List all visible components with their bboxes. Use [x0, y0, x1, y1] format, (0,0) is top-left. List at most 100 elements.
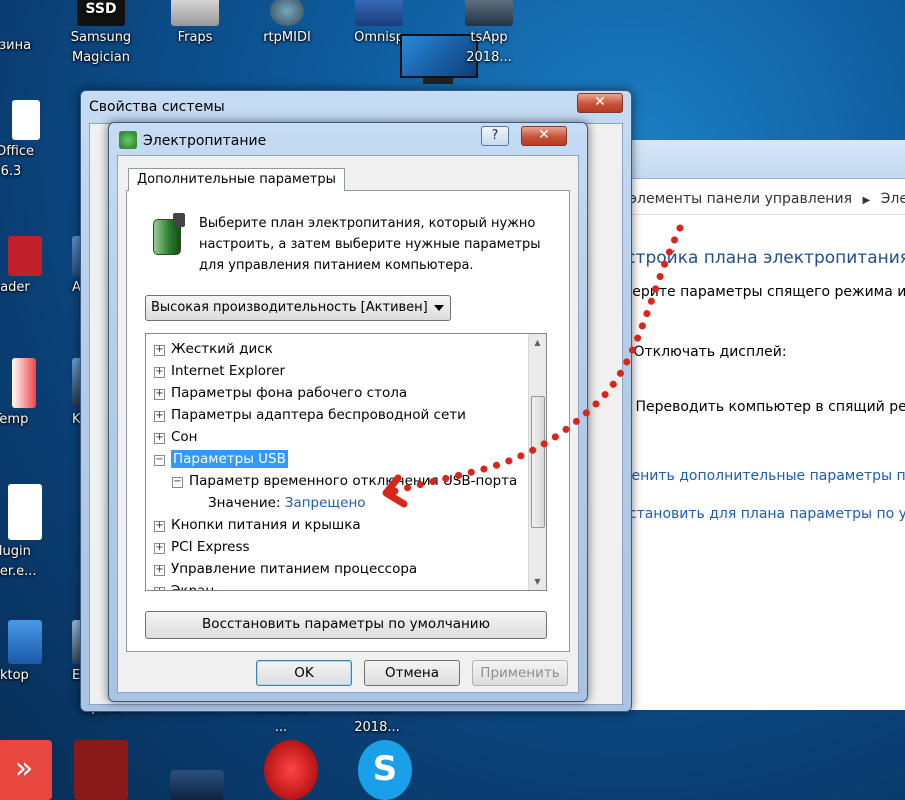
- desktop-icon-libreoffice[interactable]: eOffice 6.3: [0, 100, 52, 182]
- settings-tree[interactable]: + Жесткий диск + Internet Explorer + Параме…: [145, 333, 547, 591]
- system-properties-title: Свойства системы: [89, 99, 225, 115]
- desktop-icon-label: tsApp: [470, 30, 508, 45]
- tree-item-label: Жесткий диск: [171, 341, 273, 357]
- ccleaner-icon[interactable]: [264, 740, 318, 800]
- whatsapp-icon: [465, 0, 513, 26]
- breadcrumb-item-next[interactable]: Электр: [881, 191, 905, 207]
- desktop-icon-label: Plugin: [0, 544, 31, 559]
- power-options-dialog: Электропитание ? ✕ Дополнительные параме…: [108, 122, 588, 702]
- arrows-app-icon[interactable]: »: [0, 740, 52, 800]
- desktop-shortcut-icon: [8, 620, 42, 664]
- expand-icon[interactable]: +: [154, 345, 165, 356]
- close-icon: ✕: [538, 127, 550, 143]
- desktop-icon-label-2: 6.3: [0, 164, 22, 179]
- tree-item-value[interactable]: Значение: Запрещено: [208, 492, 366, 514]
- skype-icon[interactable]: S: [358, 740, 412, 800]
- tree-item-pci-express[interactable]: + PCI Express: [154, 536, 250, 558]
- desktop-icon-label: eader: [0, 280, 30, 295]
- expand-icon[interactable]: +: [154, 367, 165, 378]
- desktop-icon-recycle-bin[interactable]: рзина: [0, 0, 52, 56]
- restore-defaults-button[interactable]: Восстановить параметры по умолчанию: [145, 611, 547, 639]
- apply-button[interactable]: Применить: [472, 660, 568, 686]
- desktop-icon-fraps[interactable]: Fraps: [154, 0, 236, 48]
- dialog-title: Электропитание: [143, 133, 267, 149]
- power-plan-select[interactable]: Высокая производительность [Активен]: [145, 295, 451, 321]
- tree-item-label: PCI Express: [171, 539, 250, 555]
- restore-defaults-link[interactable]: Восстановить для плана параметры по умо: [603, 506, 905, 522]
- desktop-icon-samsung-magician[interactable]: SSD Samsung Magician: [60, 0, 142, 68]
- expand-icon[interactable]: +: [154, 411, 165, 422]
- intro-text: Выберите план электропитания, который ну…: [199, 216, 541, 273]
- page-subtitle: Выберите параметры спящего режима и д: [603, 284, 905, 300]
- desktop-icon-label: Fraps: [177, 30, 213, 45]
- plugin-icon: [8, 484, 42, 540]
- tree-item-hard-disk[interactable]: + Жесткий диск: [154, 338, 273, 360]
- tree-item-wireless-adapter[interactable]: + Параметры адаптера беспроводной сети: [154, 404, 466, 426]
- close-button[interactable]: ✕: [577, 93, 623, 113]
- expand-icon[interactable]: +: [154, 543, 165, 554]
- tree-item-usb-settings[interactable]: − Параметры USB: [154, 448, 288, 470]
- libreoffice-icon: [12, 100, 40, 140]
- tree-item-internet-explorer[interactable]: + Internet Explorer: [154, 360, 285, 382]
- desktop-icon-label: eOffice: [0, 144, 34, 159]
- tree-item-label: Управление питанием процессора: [171, 561, 418, 577]
- desktop-icon-desktop[interactable]: sktop: [0, 620, 52, 686]
- recycle-bin-icon: [0, 0, 35, 34]
- midi-icon: [270, 0, 304, 26]
- value-link[interactable]: Запрещено: [285, 495, 366, 511]
- tree-item-power-buttons[interactable]: + Кнопки питания и крышка: [154, 514, 361, 536]
- dialog-body: Дополнительные параметры Выберите план э…: [117, 155, 579, 693]
- tree-item-label: Экран: [171, 583, 215, 591]
- control-panel-window: Все элементы панели управления ▶ Электр …: [588, 140, 905, 710]
- desktop-icon-plugin-analyser[interactable]: Plugin yser.e...: [0, 484, 52, 582]
- cancel-button[interactable]: Отмена: [364, 660, 460, 686]
- desktop-icon-label-2: Magician: [71, 50, 130, 65]
- desktop-icon-rtpmidi[interactable]: rtpMIDI: [246, 0, 328, 48]
- expand-icon[interactable]: +: [154, 389, 165, 400]
- tree-item-desktop-background[interactable]: + Параметры фона рабочего стола: [154, 382, 407, 404]
- help-button[interactable]: ?: [481, 126, 509, 146]
- tab-panel: Выберите план электропитания, который ну…: [126, 190, 570, 652]
- desktop-icon-temp[interactable]: Temp: [0, 358, 52, 430]
- tree-item-label: Параметры фона рабочего стола: [171, 385, 408, 401]
- collapse-icon[interactable]: −: [154, 455, 165, 466]
- tab-advanced-settings[interactable]: Дополнительные параметры: [128, 168, 345, 191]
- ok-button[interactable]: OK: [256, 660, 352, 686]
- scroll-down-icon[interactable]: ▼: [529, 573, 546, 590]
- tree-item-display[interactable]: + Экран: [154, 580, 215, 591]
- expand-icon[interactable]: +: [154, 433, 165, 444]
- power-icon: [119, 131, 137, 149]
- desktop-icon-label: sktop: [0, 668, 29, 683]
- page-title: Настройка плана электропитания: [603, 248, 905, 268]
- desktop-icon-label-2: yser.e...: [0, 564, 37, 579]
- battery-plug-icon: [149, 213, 189, 259]
- photo-app-icon[interactable]: [170, 770, 224, 800]
- sleep-row: Переводить компьютер в спящий режи: [603, 398, 905, 415]
- display-off-label: Отключать дисплей:: [633, 344, 787, 360]
- close-button[interactable]: ✕: [521, 126, 567, 146]
- help-icon: ?: [491, 128, 499, 143]
- breadcrumb[interactable]: Все элементы панели управления ▶ Электр: [589, 184, 905, 215]
- desktop-icon-whatsapp[interactable]: tsApp 2018...: [448, 0, 530, 68]
- vertical-scrollbar[interactable]: ▲ ▼: [528, 334, 546, 590]
- scroll-up-icon[interactable]: ▲: [529, 334, 546, 351]
- fraps-icon: [171, 0, 219, 26]
- tree-item-sleep[interactable]: + Сон: [154, 426, 198, 448]
- expand-icon[interactable]: +: [154, 565, 165, 576]
- sleep-label: Переводить компьютер в спящий режи: [635, 399, 905, 415]
- tree-item-usb-selective-suspend[interactable]: − Параметр временного отключения USB-порт…: [172, 470, 517, 492]
- expand-icon[interactable]: +: [154, 521, 165, 532]
- desktop-icon-label: Temp: [0, 412, 29, 427]
- tree-item-processor-power[interactable]: + Управление питанием процессора: [154, 558, 417, 580]
- ssd-icon: SSD: [77, 0, 125, 26]
- tree-item-label: Сон: [171, 429, 198, 445]
- expand-icon[interactable]: +: [154, 587, 165, 590]
- close-icon: ✕: [594, 94, 606, 110]
- square-app-icon[interactable]: [74, 740, 128, 800]
- desktop-icon-reader[interactable]: eader: [0, 236, 52, 298]
- control-panel-titlebar: [589, 140, 905, 179]
- collapse-icon[interactable]: −: [172, 477, 183, 488]
- scroll-thumb[interactable]: [531, 396, 545, 528]
- power-plan-value: Высокая производительность [Активен]: [151, 300, 428, 315]
- change-advanced-settings-link[interactable]: Изменить дополнительные параметры пит: [603, 468, 905, 484]
